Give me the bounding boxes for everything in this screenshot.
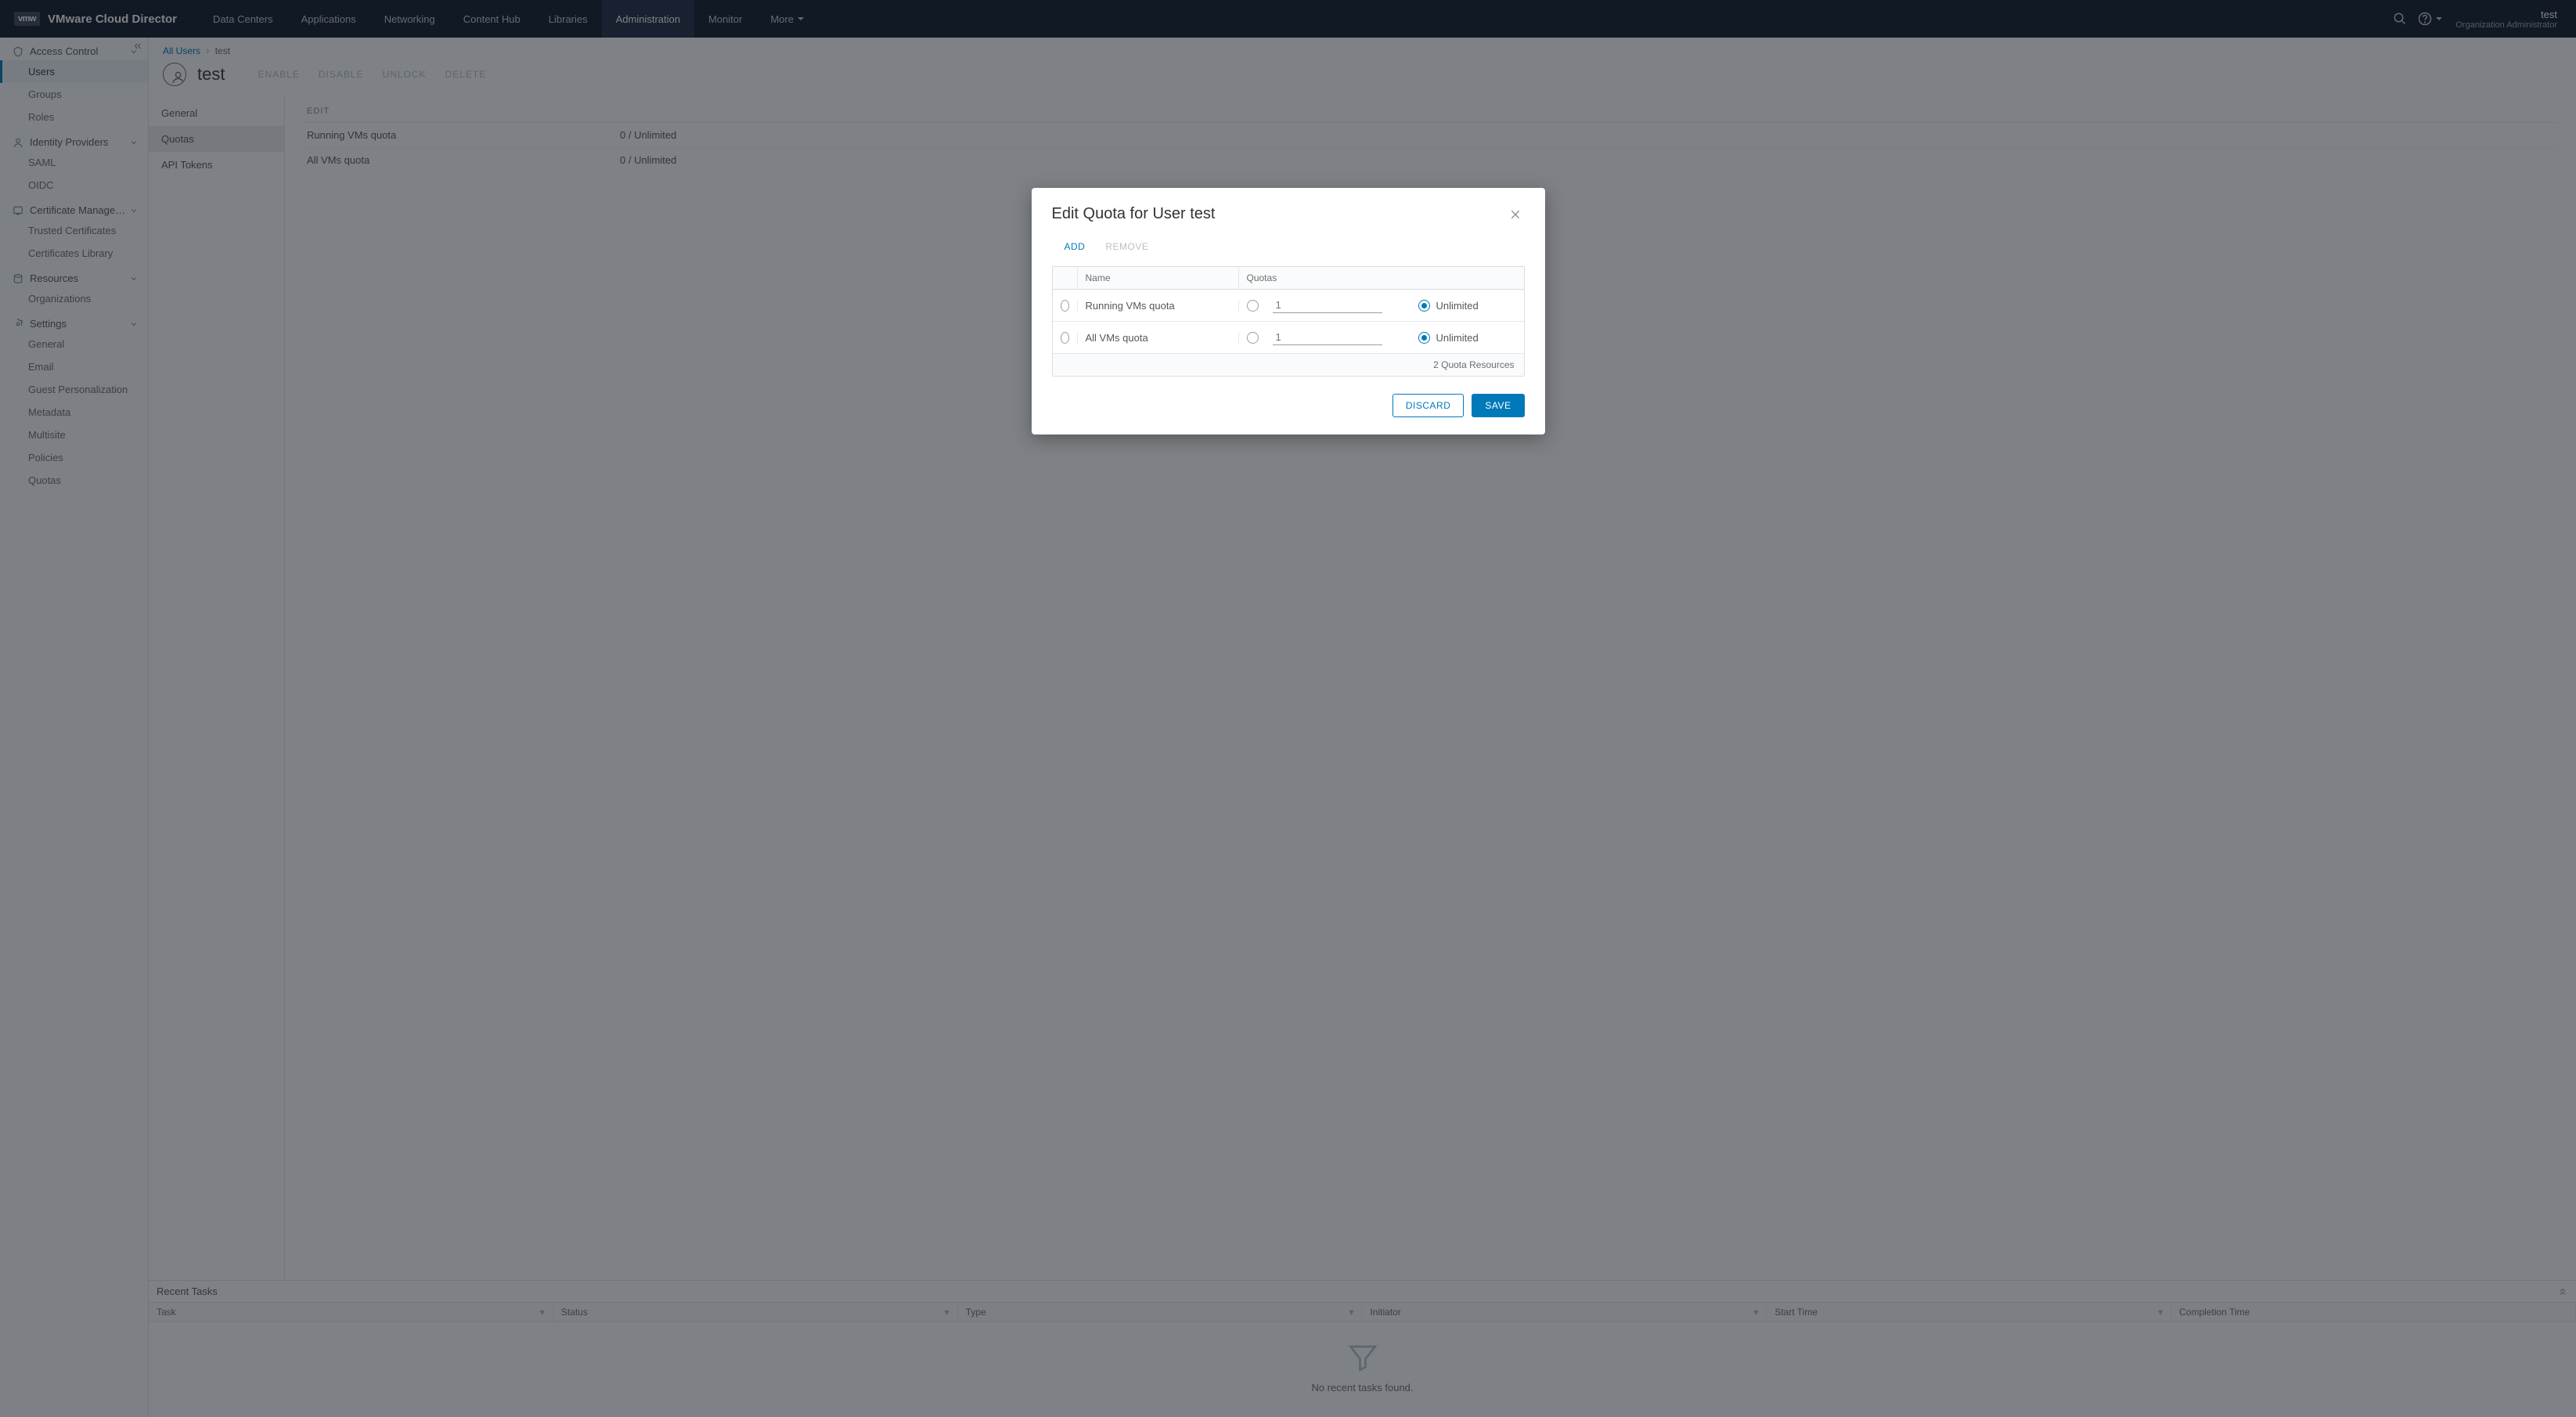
quota-value-radio[interactable] [1247, 300, 1259, 312]
modal-scrim[interactable]: Edit Quota for User test ADD REMOVE Name… [0, 0, 2576, 1417]
row-select-radio[interactable] [1061, 300, 1069, 312]
save-button[interactable]: SAVE [1472, 394, 1524, 417]
quota-value-input[interactable] [1273, 330, 1382, 345]
quota-row: Running VMs quota Unlimited [1053, 290, 1524, 322]
quota-value-input[interactable] [1273, 297, 1382, 313]
quota-header-name: Name [1078, 267, 1239, 289]
row-select-radio[interactable] [1061, 332, 1069, 344]
quota-unlimited-radio[interactable] [1418, 332, 1430, 344]
quota-row-name: Running VMs quota [1078, 300, 1239, 312]
quota-row-name: All VMs quota [1078, 332, 1239, 344]
quota-table: Name Quotas Running VMs quota Unlimited [1052, 266, 1525, 377]
quota-value-radio[interactable] [1247, 332, 1259, 344]
modal-tab-remove[interactable]: REMOVE [1105, 241, 1148, 255]
discard-button[interactable]: DISCARD [1392, 394, 1465, 417]
quota-unlimited-radio[interactable] [1418, 300, 1430, 312]
modal-title: Edit Quota for User test [1052, 205, 1216, 223]
quota-unlimited-label: Unlimited [1436, 300, 1479, 312]
close-icon[interactable] [1506, 205, 1525, 224]
quota-header-quotas: Quotas [1239, 267, 1524, 289]
modal-tab-add[interactable]: ADD [1065, 241, 1086, 255]
quota-unlimited-label: Unlimited [1436, 332, 1479, 344]
quota-row: All VMs quota Unlimited [1053, 322, 1524, 354]
quota-table-footer: 2 Quota Resources [1053, 354, 1524, 376]
edit-quota-modal: Edit Quota for User test ADD REMOVE Name… [1032, 188, 1545, 434]
